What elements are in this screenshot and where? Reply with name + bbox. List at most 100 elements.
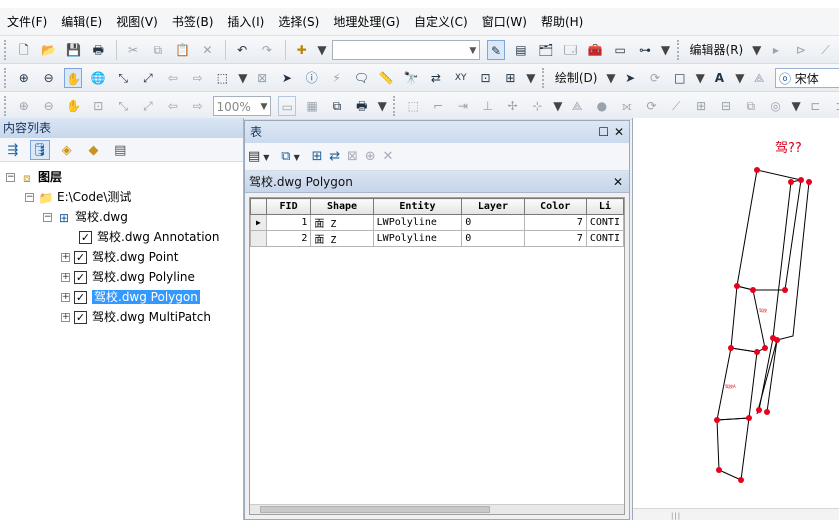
snap-end-icon[interactable]: ⬚ <box>404 96 422 116</box>
tree-node-layer-point[interactable]: + ✓ 驾校.dwg Point <box>61 248 178 266</box>
zoom-in-icon[interactable]: ⊕ <box>15 68 33 88</box>
horizontal-scrollbar[interactable] <box>250 504 624 514</box>
model-builder-icon[interactable]: ⊶ <box>636 40 654 60</box>
layout-zoom-in-icon[interactable]: ⊕ <box>15 96 33 116</box>
paste-icon[interactable]: 📋 <box>174 40 192 60</box>
straight-segment-icon[interactable]: ⟋ <box>817 40 835 60</box>
list-by-visibility-icon[interactable]: ◈ <box>57 141 77 161</box>
create-viewer-icon[interactable]: ⊞ <box>501 68 519 88</box>
menu-file[interactable]: 文件(F) <box>0 8 54 36</box>
topology-icon[interactable]: ⟁ <box>568 96 586 116</box>
clear-selection-icon[interactable]: ⊠ <box>347 147 358 167</box>
order-back-icon[interactable]: ⊐ <box>831 96 839 116</box>
chevron-down-icon[interactable]: ▼ <box>661 40 670 60</box>
layout-pan-icon[interactable]: ✋ <box>64 96 82 116</box>
row-indicator[interactable]: ▶ <box>250 214 267 231</box>
cell-entity[interactable]: LWPolyline <box>372 230 463 247</box>
cell-linetype[interactable]: CONTI <box>585 214 624 231</box>
cell-layer[interactable]: 0 <box>461 214 525 231</box>
map-scale-combo[interactable]: ▼ <box>332 40 481 60</box>
select-elements-icon[interactable]: ➤ <box>278 68 296 88</box>
expand-icon[interactable]: + <box>61 273 70 282</box>
globe-icon[interactable]: ● <box>593 96 611 116</box>
table-row[interactable]: 2 面 Z LWPolyline 0 7 CONTI <box>250 230 624 247</box>
expand-icon[interactable]: + <box>61 253 70 262</box>
chevron-down-icon[interactable]: ▼ <box>263 148 269 168</box>
column-header[interactable]: Entity <box>372 198 463 215</box>
zoom-percent-combo[interactable]: 100% ▼ <box>213 96 272 116</box>
data-driven-pages-icon[interactable]: 🖶 <box>353 96 371 116</box>
layer-visibility-checkbox[interactable]: ✓ <box>74 251 87 264</box>
measure-icon[interactable]: 📏 <box>377 68 395 88</box>
snap-intersect-icon[interactable]: ✢ <box>504 96 522 116</box>
close-icon[interactable]: ✕ <box>614 121 624 143</box>
editor-toolbar-icon[interactable]: ✎ <box>487 40 506 60</box>
snap-tangent-icon[interactable]: ⊹ <box>528 96 546 116</box>
chevron-down-icon[interactable]: ▼ <box>526 68 535 88</box>
snap-vertex-icon[interactable]: ⌐ <box>429 96 447 116</box>
scrollbar-grip[interactable]: ||| <box>671 512 681 520</box>
options-icon[interactable]: ▤ <box>110 141 130 161</box>
related-tables-icon[interactable]: ⧉ <box>281 147 290 167</box>
editor-menu[interactable]: 编辑器(R) <box>688 40 746 60</box>
find-icon[interactable]: 🔭 <box>402 68 420 88</box>
cell-layer[interactable]: 0 <box>461 230 525 247</box>
print-icon[interactable]: 🖶 <box>89 40 107 60</box>
column-header[interactable]: Layer <box>461 198 525 215</box>
menu-selection[interactable]: 选择(S) <box>271 8 326 36</box>
chevron-down-icon[interactable]: ▼ <box>294 148 300 168</box>
tree-node-layer-multipatch[interactable]: + ✓ 驾校.dwg MultiPatch <box>61 308 211 326</box>
zoom-out-icon[interactable]: ⊖ <box>40 68 58 88</box>
identify-icon[interactable]: ⓘ <box>303 68 321 88</box>
tree-node-layers[interactable]: − ⧈ 图层 <box>6 168 62 186</box>
toggle-draft-icon[interactable]: ▭ <box>278 96 297 116</box>
pan-hand-icon[interactable]: ✋ <box>64 68 83 88</box>
expand-icon[interactable]: + <box>61 313 70 322</box>
tree-node-layer-polyline[interactable]: + ✓ 驾校.dwg Polyline <box>61 268 195 286</box>
group-icon[interactable]: ⧉ <box>742 96 760 116</box>
menu-help[interactable]: 帮助(H) <box>534 8 590 36</box>
menu-insert[interactable]: 插入(I) <box>220 8 271 36</box>
table-options-icon[interactable]: ▤ <box>248 147 260 167</box>
text-icon[interactable]: A <box>710 68 728 88</box>
reshape-icon[interactable]: ⟋ <box>667 96 685 116</box>
chevron-down-icon[interactable]: ▼ <box>238 68 247 88</box>
table-of-contents-icon[interactable]: ▤ <box>512 40 530 60</box>
maximize-icon[interactable]: ☐ <box>598 121 609 143</box>
cell-color[interactable]: 7 <box>523 214 587 231</box>
copy-icon[interactable]: ⧉ <box>149 40 167 60</box>
arctoolbox-icon[interactable]: 🧰 <box>586 40 604 60</box>
snap-edge-icon[interactable]: ⊥ <box>479 96 497 116</box>
distribute-icon[interactable]: ⊟ <box>717 96 735 116</box>
font-name-input[interactable]: ⓞ 宋体 <box>774 68 839 88</box>
chevron-down-icon[interactable]: ▼ <box>735 68 744 88</box>
zoom-whole-page-icon[interactable]: ⊡ <box>89 96 107 116</box>
cell-color[interactable]: 7 <box>523 230 587 247</box>
search-window-icon[interactable]: 🗔 <box>562 40 580 60</box>
time-slider-icon[interactable]: ⊡ <box>477 68 495 88</box>
chevron-down-icon[interactable]: ▼ <box>317 40 326 60</box>
chevron-down-icon[interactable]: ▼ <box>606 68 615 88</box>
find-route-icon[interactable]: ⇄ <box>427 68 445 88</box>
align-icon[interactable]: ⊞ <box>692 96 710 116</box>
fixed-zoom-out-icon[interactable]: ⤢ <box>139 68 157 88</box>
select-elements-icon[interactable]: ➤ <box>621 68 639 88</box>
column-header[interactable]: FID <box>265 198 312 215</box>
zoom-to-selected-icon[interactable]: ⊕ <box>365 147 376 167</box>
rectangle-icon[interactable]: □ <box>671 68 689 88</box>
rotate-icon[interactable]: ⟳ <box>643 96 661 116</box>
chevron-down-icon[interactable]: ▼ <box>752 40 761 60</box>
select-features-icon[interactable]: ⬚ <box>213 68 231 88</box>
cell-fid[interactable]: 2 <box>265 230 312 247</box>
delete-icon[interactable]: ✕ <box>198 40 216 60</box>
layer-visibility-checkbox[interactable]: ✓ <box>74 271 87 284</box>
map-horizontal-scrollbar[interactable]: ||| <box>633 508 839 520</box>
chevron-down-icon[interactable]: ▼ <box>792 96 801 116</box>
add-data-icon[interactable]: ✚ <box>293 40 311 60</box>
scrollbar-thumb[interactable] <box>260 506 490 513</box>
edit-annotation-icon[interactable]: ⊳ <box>792 40 810 60</box>
list-by-source-icon[interactable]: 🛢 <box>29 140 50 160</box>
layer-visibility-checkbox[interactable]: ✓ <box>74 311 87 324</box>
rotate-icon[interactable]: ⟳ <box>646 68 664 88</box>
focus-frame-icon[interactable]: ▦ <box>303 96 321 116</box>
